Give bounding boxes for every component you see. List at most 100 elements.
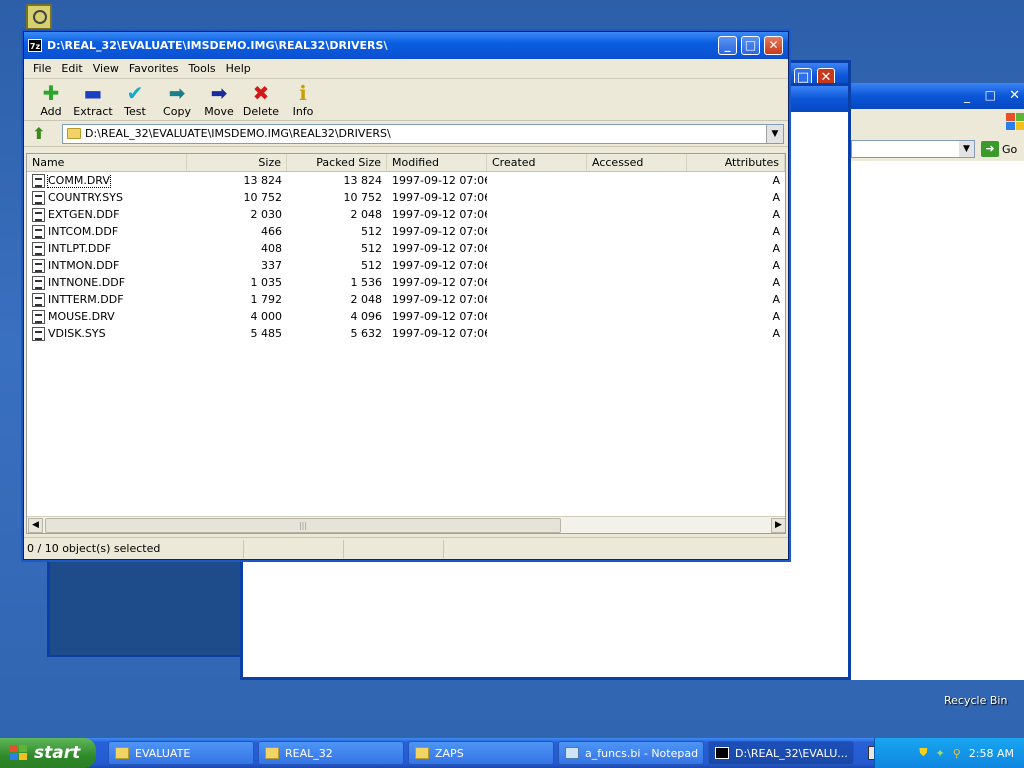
close-icon[interactable]: ✕ <box>1009 88 1020 103</box>
file-attributes: A <box>772 327 780 340</box>
file-icon <box>32 309 45 324</box>
status-panel-2 <box>244 539 344 558</box>
column-header-modified[interactable]: Modified <box>387 154 487 171</box>
column-header-accessed[interactable]: Accessed <box>587 154 687 171</box>
address-row: ⬆ D:\REAL_32\EVALUATE\IMSDEMO.IMG\REAL32… <box>24 121 788 147</box>
table-row[interactable]: INTLPT.DDF 408 512 1997-09-12 07:06 A <box>27 240 785 257</box>
maximize-button[interactable]: □ <box>741 36 760 55</box>
copy-arrow-icon: ➡ <box>168 81 186 105</box>
7zip-icon <box>715 747 729 759</box>
move-label: Move <box>204 105 234 118</box>
file-name: EXTGEN.DDF <box>48 208 120 221</box>
file-packed-size: 5 632 <box>350 327 383 340</box>
taskbar-item-real32[interactable]: REAL_32 <box>258 741 404 765</box>
table-row[interactable]: INTMON.DDF 337 512 1997-09-12 07:06 A <box>27 257 785 274</box>
file-attributes: A <box>772 293 780 306</box>
move-button[interactable]: ➡ Move <box>198 82 240 118</box>
taskbar-item-label: a_funcs.bi - Notepad <box>585 746 699 760</box>
taskbar-item-label: ZAPS <box>435 746 464 760</box>
network-icon[interactable]: ✦ <box>936 747 945 760</box>
taskbar-item-zaps[interactable]: ZAPS <box>408 741 554 765</box>
column-header-name[interactable]: Name <box>27 154 187 171</box>
minimize-icon[interactable]: _ <box>964 89 970 103</box>
maximize-icon[interactable]: □ <box>985 88 996 102</box>
file-attributes: A <box>772 276 780 289</box>
file-icon <box>32 292 45 307</box>
clock[interactable]: 2:58 AM <box>969 747 1014 760</box>
file-size: 1 035 <box>250 276 283 289</box>
file-packed-size: 2 048 <box>350 293 383 306</box>
menu-favorites[interactable]: Favorites <box>124 62 184 75</box>
toolbar: ✚ Add ▬ Extract ✔ Test ➡ Copy ➡ Move ✖ D… <box>24 79 788 121</box>
table-row[interactable]: INTNONE.DDF 1 035 1 536 1997-09-12 07:06… <box>27 274 785 291</box>
address-field[interactable]: D:\REAL_32\EVALUATE\IMSDEMO.IMG\REAL32\D… <box>62 123 784 144</box>
scroll-right-icon[interactable]: ▶ <box>771 518 785 533</box>
file-size: 337 <box>261 259 282 272</box>
chevron-down-icon[interactable]: ▼ <box>766 124 783 143</box>
chevron-down-icon[interactable]: ▼ <box>959 141 974 157</box>
background-address-field[interactable]: ▼ <box>851 140 975 158</box>
menu-view[interactable]: View <box>88 62 124 75</box>
move-arrow-icon: ➡ <box>210 81 228 105</box>
scrollbar-thumb[interactable]: ||| <box>45 518 561 533</box>
table-row[interactable]: INTTERM.DDF 1 792 2 048 1997-09-12 07:06… <box>27 291 785 308</box>
shield-icon[interactable]: ⛊ <box>919 746 927 760</box>
background-window-2-bar[interactable] <box>851 83 1024 109</box>
column-header-attributes[interactable]: Attributes <box>687 154 785 171</box>
taskbar: start EVALUATE REAL_32 ZAPS a_funcs.bi -… <box>0 738 1024 768</box>
file-icon <box>32 224 45 239</box>
scroll-left-icon[interactable]: ◀ <box>28 518 43 533</box>
recycle-bin-label[interactable]: Recycle Bin <box>944 694 1007 707</box>
menu-edit[interactable]: Edit <box>56 62 87 75</box>
test-button[interactable]: ✔ Test <box>114 82 156 118</box>
table-row[interactable]: MOUSE.DRV 4 000 4 096 1997-09-12 07:06 A <box>27 308 785 325</box>
table-row[interactable]: COUNTRY.SYS 10 752 10 752 1997-09-12 07:… <box>27 189 785 206</box>
folder-icon <box>265 747 279 759</box>
status-selected: 0 / 10 object(s) selected <box>24 539 244 558</box>
search-icon[interactable]: ⚲ <box>953 747 961 760</box>
table-row[interactable]: COMM.DRV 13 824 13 824 1997-09-12 07:06 … <box>27 172 785 189</box>
menu-bar: File Edit View Favorites Tools Help <box>24 59 788 79</box>
column-header-created[interactable]: Created <box>487 154 587 171</box>
file-icon <box>32 275 45 290</box>
file-list[interactable]: Name Size Packed Size Modified Created A… <box>26 153 786 534</box>
delete-button[interactable]: ✖ Delete <box>240 82 282 118</box>
table-row[interactable]: EXTGEN.DDF 2 030 2 048 1997-09-12 07:06 … <box>27 206 785 223</box>
desktop-shortcut-icon[interactable] <box>26 4 52 30</box>
delete-label: Delete <box>242 105 280 118</box>
close-button[interactable]: ✕ <box>764 36 783 55</box>
start-button[interactable]: start <box>0 738 96 768</box>
file-attributes: A <box>772 259 780 272</box>
status-panel-4 <box>444 540 784 558</box>
copy-button[interactable]: ➡ Copy <box>156 82 198 118</box>
add-button[interactable]: ✚ Add <box>30 82 72 118</box>
table-row[interactable]: VDISK.SYS 5 485 5 632 1997-09-12 07:06 A <box>27 325 785 342</box>
table-row[interactable]: INTCOM.DDF 466 512 1997-09-12 07:06 A <box>27 223 785 240</box>
taskbar-item-label: EVALUATE <box>135 746 191 760</box>
file-name: COUNTRY.SYS <box>48 191 123 204</box>
menu-help[interactable]: Help <box>221 62 256 75</box>
file-modified: 1997-09-12 07:06 <box>392 310 487 323</box>
taskbar-item-7zip[interactable]: D:\REAL_32\EVALU... <box>708 741 854 765</box>
taskbar-item-notepad[interactable]: a_funcs.bi - Notepad <box>558 741 704 765</box>
minimize-button[interactable]: _ <box>718 36 737 55</box>
window-titlebar[interactable]: 7z D:\REAL_32\EVALUATE\IMSDEMO.IMG\REAL3… <box>24 32 788 59</box>
test-label: Test <box>124 105 146 118</box>
extract-button[interactable]: ▬ Extract <box>72 82 114 118</box>
file-name: COMM.DRV <box>47 173 111 188</box>
file-packed-size: 4 096 <box>350 310 383 323</box>
up-folder-button[interactable]: ⬆ <box>28 124 50 144</box>
info-button[interactable]: ℹ Info <box>282 82 324 118</box>
file-name: VDISK.SYS <box>48 327 106 340</box>
taskbar-item-evaluate[interactable]: EVALUATE <box>108 741 254 765</box>
menu-file[interactable]: File <box>28 62 56 75</box>
go-button-2[interactable]: ➜ Go <box>981 141 1017 157</box>
file-modified: 1997-09-12 07:06 <box>392 327 487 340</box>
column-header-size[interactable]: Size <box>187 154 287 171</box>
file-packed-size: 512 <box>361 242 382 255</box>
column-header-packed-size[interactable]: Packed Size <box>287 154 387 171</box>
file-modified: 1997-09-12 07:06 <box>392 225 487 238</box>
menu-tools[interactable]: Tools <box>184 62 221 75</box>
horizontal-scrollbar[interactable]: ◀ ||| ▶ <box>27 516 785 533</box>
file-modified: 1997-09-12 07:06 <box>392 242 487 255</box>
